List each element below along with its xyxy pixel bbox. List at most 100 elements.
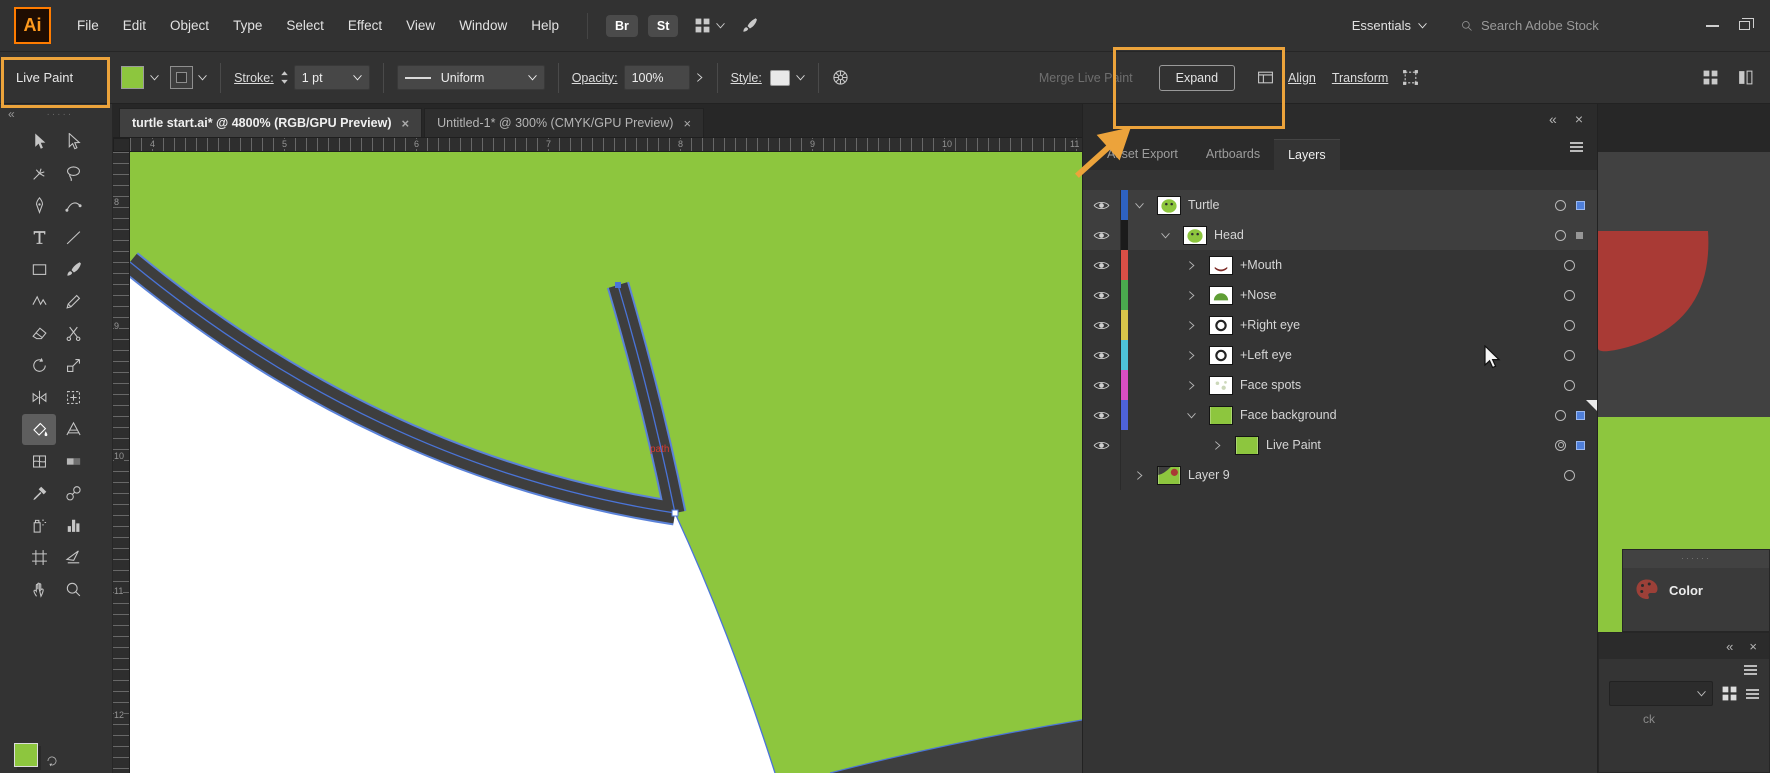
layer-row-right-eye[interactable]: +Right eye bbox=[1083, 310, 1597, 340]
shaper-tool[interactable] bbox=[22, 286, 56, 317]
expand-toggle-icon[interactable] bbox=[1206, 440, 1228, 451]
stroke-label[interactable]: Stroke: bbox=[234, 71, 274, 85]
visibility-toggle[interactable] bbox=[1083, 430, 1121, 460]
expand-toggle-icon[interactable] bbox=[1154, 230, 1176, 241]
eyedropper-tool[interactable] bbox=[22, 478, 56, 509]
panel-grip[interactable]: ····· bbox=[16, 109, 104, 120]
opacity-label[interactable]: Opacity: bbox=[572, 71, 618, 85]
scale-tool[interactable] bbox=[56, 350, 90, 381]
eraser-tool[interactable] bbox=[22, 318, 56, 349]
visibility-toggle[interactable] bbox=[1083, 280, 1121, 310]
visibility-toggle[interactable] bbox=[1083, 220, 1121, 250]
target-circle-icon[interactable] bbox=[1564, 469, 1575, 481]
zoom-tool[interactable] bbox=[56, 574, 90, 605]
fill-color-control[interactable] bbox=[121, 66, 159, 89]
collapse-panel-icon[interactable]: « bbox=[1726, 639, 1733, 654]
chevron-down-icon[interactable] bbox=[795, 73, 806, 82]
align-panel-icon[interactable] bbox=[1257, 69, 1274, 86]
panel-dropdown[interactable] bbox=[1609, 681, 1713, 706]
layer-row-face-background[interactable]: Face background bbox=[1083, 400, 1597, 430]
target-circle-icon[interactable] bbox=[1564, 349, 1575, 361]
layer-row-nose[interactable]: +Nose bbox=[1083, 280, 1597, 310]
expand-toggle-icon[interactable] bbox=[1128, 200, 1150, 211]
stock-button[interactable]: St bbox=[647, 14, 679, 37]
transform-link[interactable]: Transform bbox=[1332, 71, 1389, 85]
fill-stroke-proxy[interactable] bbox=[14, 743, 58, 767]
direct-selection-tool[interactable] bbox=[56, 126, 90, 157]
expand-toggle-icon[interactable] bbox=[1180, 260, 1202, 271]
horizontal-ruler[interactable]: 4 5 6 7 8 9 10 11 bbox=[130, 138, 1082, 152]
target-circle-icon[interactable] bbox=[1555, 439, 1566, 451]
layer-row-mouth[interactable]: +Mouth bbox=[1083, 250, 1597, 280]
slice-tool[interactable] bbox=[56, 542, 90, 573]
list-view-icon[interactable] bbox=[1746, 692, 1759, 695]
fill-swatch[interactable] bbox=[121, 66, 145, 89]
visibility-toggle[interactable] bbox=[1083, 190, 1121, 220]
panel-tab-layers[interactable]: Layers bbox=[1274, 139, 1340, 170]
opacity-panel-arrow-icon[interactable] bbox=[695, 72, 704, 83]
target-circle-icon[interactable] bbox=[1555, 199, 1566, 211]
layer-row-head[interactable]: Head bbox=[1083, 220, 1597, 250]
document-tab-active[interactable]: turtle start.ai* @ 4800% (RGB/GPU Previe… bbox=[119, 108, 423, 137]
panel-menu-icon[interactable] bbox=[1570, 146, 1583, 148]
panel-menu-icon[interactable] bbox=[1599, 659, 1769, 675]
menu-edit[interactable]: Edit bbox=[111, 11, 158, 40]
expand-toggle-icon[interactable] bbox=[1180, 350, 1202, 361]
target-circle-icon[interactable] bbox=[1564, 319, 1575, 331]
ruler-origin-corner[interactable] bbox=[113, 138, 130, 152]
chevron-down-icon[interactable] bbox=[197, 73, 208, 82]
scissors-tool[interactable] bbox=[56, 318, 90, 349]
selection-tool[interactable] bbox=[22, 126, 56, 157]
type-tool[interactable] bbox=[22, 222, 56, 253]
menu-effect[interactable]: Effect bbox=[336, 11, 394, 40]
style-control[interactable] bbox=[769, 69, 806, 86]
style-swatch[interactable] bbox=[769, 69, 790, 86]
target-circle-icon[interactable] bbox=[1564, 259, 1575, 271]
magic-wand-tool[interactable] bbox=[22, 158, 56, 189]
opacity-field[interactable]: 100% bbox=[623, 65, 690, 90]
grid-view-icon[interactable] bbox=[1721, 685, 1738, 702]
stock-search-input[interactable]: Search Adobe Stock bbox=[1461, 18, 1666, 33]
blend-tool[interactable] bbox=[56, 478, 90, 509]
visibility-toggle[interactable] bbox=[1083, 370, 1121, 400]
panel-tab-artboards[interactable]: Artboards bbox=[1192, 139, 1274, 170]
expand-toggle-icon[interactable] bbox=[1180, 410, 1202, 421]
line-segment-tool[interactable] bbox=[56, 222, 90, 253]
menu-select[interactable]: Select bbox=[274, 11, 336, 40]
workspace-switcher[interactable]: Essentials bbox=[1352, 18, 1427, 33]
stroke-weight-field[interactable]: 1 pt bbox=[293, 65, 370, 90]
expand-toggle-icon[interactable] bbox=[1180, 320, 1202, 331]
dock-grid-icon[interactable] bbox=[1702, 69, 1719, 86]
expand-toggle-icon[interactable] bbox=[1180, 380, 1202, 391]
menu-object[interactable]: Object bbox=[158, 11, 221, 40]
close-panel-icon[interactable]: × bbox=[1575, 111, 1583, 127]
hand-tool[interactable] bbox=[22, 574, 56, 605]
paintbrush-tool[interactable] bbox=[56, 254, 90, 285]
expand-button[interactable]: Expand bbox=[1158, 64, 1236, 91]
document-tab-inactive[interactable]: Untitled-1* @ 300% (CMYK/GPU Preview) × bbox=[424, 108, 705, 137]
perspective-grid-tool[interactable] bbox=[56, 414, 90, 445]
fill-color-proxy[interactable] bbox=[14, 743, 38, 767]
live-paint-bucket-tool[interactable] bbox=[22, 414, 56, 445]
layer-row-live-paint[interactable]: Live Paint bbox=[1083, 430, 1597, 460]
chevron-down-icon[interactable] bbox=[149, 73, 160, 82]
tab-close-icon[interactable]: × bbox=[683, 116, 691, 131]
bridge-button[interactable]: Br bbox=[605, 14, 638, 37]
target-circle-icon[interactable] bbox=[1564, 379, 1575, 391]
visibility-toggle[interactable] bbox=[1083, 310, 1121, 340]
visibility-toggle[interactable] bbox=[1083, 340, 1121, 370]
menu-window[interactable]: Window bbox=[447, 11, 519, 40]
style-label[interactable]: Style: bbox=[731, 71, 762, 85]
dock-columns-icon[interactable] bbox=[1737, 69, 1754, 86]
arrange-documents-icon[interactable] bbox=[694, 17, 725, 34]
visibility-toggle[interactable] bbox=[1083, 250, 1121, 280]
align-link[interactable]: Align bbox=[1288, 71, 1316, 85]
expand-toggle-icon[interactable] bbox=[1128, 470, 1150, 481]
recolor-artwork-icon[interactable] bbox=[832, 69, 849, 86]
stroke-color-control[interactable] bbox=[171, 67, 207, 88]
pen-tool[interactable] bbox=[22, 190, 56, 221]
collapse-toolbar-icon[interactable]: « bbox=[8, 107, 16, 121]
curvature-tool[interactable] bbox=[56, 190, 90, 221]
restore-button[interactable] bbox=[1739, 18, 1754, 30]
menu-type[interactable]: Type bbox=[221, 11, 274, 40]
